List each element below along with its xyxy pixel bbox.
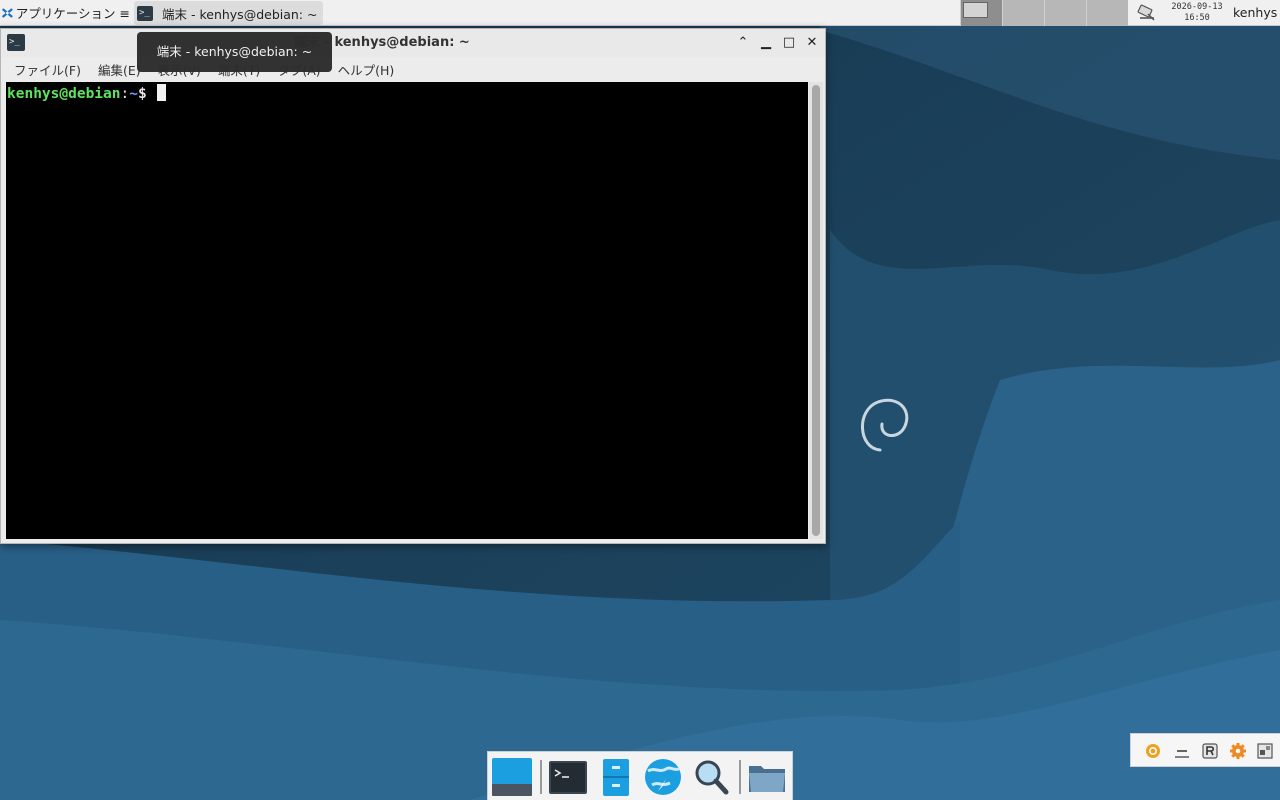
- minimize-button[interactable]: ▁: [758, 35, 774, 51]
- bottom-dock: [487, 751, 793, 800]
- workspace-window-thumbnail: [963, 2, 988, 18]
- app-finder-icon[interactable]: [690, 757, 732, 797]
- applications-menu-label: アプリケーション ≡: [15, 6, 130, 21]
- menu-file[interactable]: ファイル(F): [14, 60, 81, 79]
- scrollbar-thumb[interactable]: [812, 85, 820, 536]
- minimize-all-icon[interactable]: [1173, 742, 1191, 760]
- top-panel: アプリケーション ≡ >_ 端末 - kenhys@debian: ~ 2026…: [0, 0, 1280, 26]
- terminal-window-icon[interactable]: >_: [7, 34, 25, 51]
- taskbar-terminal-button[interactable]: >_ 端末 - kenhys@debian: ~: [134, 1, 324, 25]
- terminal-icon: >_: [137, 5, 153, 21]
- network-icon[interactable]: [1136, 3, 1158, 23]
- notification-area: [1130, 733, 1280, 767]
- dock-separator: [540, 760, 542, 794]
- xfce-logo-icon: [2, 8, 13, 17]
- clock-date: 2026-09-13: [1171, 2, 1223, 12]
- workspace-1[interactable]: [960, 0, 1002, 26]
- terminal-menubar: ファイル(F) 編集(E) 表示(V) 端末(T) タブ(A) ヘルプ(H): [1, 57, 825, 81]
- text-cursor: [157, 84, 167, 101]
- workspace-2[interactable]: [1002, 0, 1044, 26]
- settings-gear-icon[interactable]: [1229, 742, 1247, 760]
- prompt-user: kenhys@debian: [7, 86, 121, 102]
- show-desktop-icon[interactable]: [491, 757, 533, 797]
- terminal-icon[interactable]: [547, 757, 589, 797]
- home-folder-icon[interactable]: [746, 757, 788, 797]
- terminal-window: >_ 端末 - kenhys@debian: ~ ⌃ ▁ □ ✕ ファイル(F)…: [0, 28, 826, 544]
- ubuntu-orange-icon[interactable]: [1144, 742, 1162, 760]
- taskbar-tooltip: 端末 - kenhys@debian: ~: [137, 32, 332, 72]
- prompt-separator: :: [120, 86, 130, 102]
- workspace-switch-icon[interactable]: [1256, 742, 1274, 760]
- maximize-button[interactable]: □: [781, 35, 797, 51]
- workspace-pager: [960, 0, 1128, 26]
- prompt-path: ~: [129, 86, 138, 102]
- shell-prompt: kenhys@debian:~$: [7, 84, 167, 103]
- dock-separator: [739, 760, 741, 794]
- window-title-bar[interactable]: >_ 端末 - kenhys@debian: ~ ⌃ ▁ □ ✕: [1, 29, 825, 57]
- taskbar-terminal-label: 端末 - kenhys@debian: ~: [162, 6, 318, 22]
- terminal-output-area[interactable]: kenhys@debian:~$: [6, 82, 808, 539]
- user-menu[interactable]: kenhys: [1233, 0, 1277, 26]
- clock-time: 16:50: [1184, 13, 1210, 23]
- web-browser-icon[interactable]: [642, 757, 684, 797]
- shade-button[interactable]: ⌃: [735, 35, 751, 51]
- menu-edit[interactable]: 編集(E): [98, 60, 141, 79]
- terminal-scrollbar[interactable]: [809, 82, 823, 539]
- workspace-4[interactable]: [1086, 0, 1128, 26]
- close-button[interactable]: ✕: [804, 35, 820, 51]
- prompt-symbol: $: [137, 86, 156, 102]
- menu-help[interactable]: ヘルプ(H): [338, 60, 395, 79]
- workspace-3[interactable]: [1044, 0, 1086, 26]
- r-letter-icon[interactable]: [1201, 742, 1219, 760]
- panel-clock[interactable]: 2026-09-13 16:50: [1166, 2, 1228, 24]
- file-manager-icon[interactable]: [595, 757, 637, 797]
- applications-menu-button[interactable]: アプリケーション ≡: [0, 0, 134, 26]
